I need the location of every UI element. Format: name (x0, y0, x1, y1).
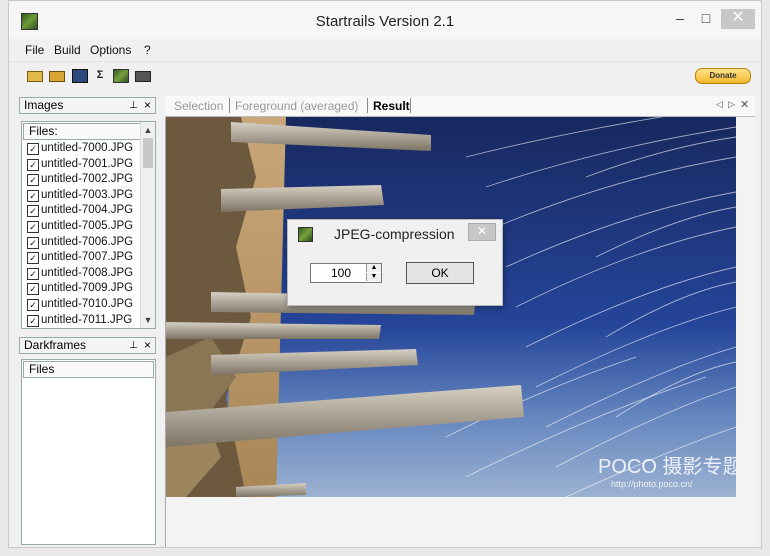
file-name: untitled-7000.JPG (41, 142, 134, 154)
tab-close-icon[interactable]: ✕ (740, 98, 749, 111)
file-checkbox[interactable]: ✓ (27, 189, 39, 202)
tab-divider (229, 98, 230, 113)
tab-next-icon[interactable]: ▷ (728, 99, 735, 110)
pin-icon[interactable]: ⊥ (129, 338, 138, 353)
file-checkbox[interactable]: ✓ (27, 143, 39, 155)
file-checkbox[interactable]: ✓ (27, 220, 39, 233)
dialog-close-button[interactable]: ✕ (468, 223, 496, 241)
dialog-title-bar: JPEG-compression ✕ (288, 220, 502, 246)
maximize-button[interactable]: □ (695, 9, 717, 29)
file-name: untitled-7002.JPG (41, 173, 134, 186)
quality-value[interactable]: 100 (331, 266, 351, 280)
app-icon (298, 227, 313, 242)
file-name: untitled-7004.JPG (41, 204, 134, 217)
images-scrollbar[interactable]: ▲ ▼ (140, 122, 155, 328)
menu-file[interactable]: File (25, 43, 44, 57)
file-name: untitled-7009.JPG (41, 282, 134, 295)
file-row[interactable]: ✓ untitled-7010.JPG (22, 297, 155, 313)
file-name: untitled-7001.JPG (41, 157, 134, 170)
darkframes-panel-title: Darkframes (24, 338, 87, 352)
file-checkbox[interactable]: ✓ (27, 298, 39, 311)
ok-button[interactable]: OK (406, 262, 474, 284)
file-checkbox[interactable]: ✓ (27, 314, 39, 327)
images-panel-close-icon[interactable]: × (144, 98, 151, 113)
file-name: untitled-7010.JPG (41, 297, 134, 310)
menu-options[interactable]: Options (90, 43, 131, 57)
files-column-header[interactable]: Files: (23, 123, 141, 140)
file-row[interactable]: ✓ untitled-7004.JPG (22, 203, 155, 219)
file-name: untitled-7011.JPG (41, 313, 133, 326)
quality-spinbox[interactable]: 100 ▲ ▼ (310, 263, 382, 283)
file-row[interactable]: ✓ untitled-7000.JPG (22, 141, 155, 157)
watermark-brand: POCO 摄影专题 (598, 455, 736, 478)
menu-help[interactable]: ? (144, 43, 151, 57)
file-row[interactable]: ✓ untitled-7007.JPG (22, 250, 155, 266)
file-row[interactable]: ✓ untitled-7009.JPG (22, 281, 155, 297)
spin-down-icon[interactable]: ▼ (366, 273, 381, 281)
file-name: untitled-7008.JPG (41, 266, 134, 279)
scroll-up-icon[interactable]: ▲ (141, 123, 155, 137)
darkframes-panel-close-icon[interactable]: × (144, 338, 151, 353)
startrails-icon[interactable] (113, 69, 129, 83)
file-checkbox[interactable]: ✓ (27, 283, 39, 296)
file-row[interactable]: ✓ untitled-7006.JPG (22, 235, 155, 251)
file-name: untitled-7003.JPG (41, 188, 134, 201)
pin-icon[interactable]: ⊥ (129, 98, 138, 113)
view-tabs: Selection Foreground (averaged) Result ◁… (165, 96, 755, 117)
file-checkbox[interactable]: ✓ (27, 252, 39, 265)
menu-bar: File Build Options ? (9, 39, 761, 61)
donate-button[interactable]: Donate (695, 68, 751, 84)
darkframes-file-list: Files (21, 359, 156, 545)
menu-build[interactable]: Build (54, 43, 81, 57)
file-checkbox[interactable]: ✓ (27, 267, 39, 280)
file-checkbox[interactable]: ✓ (27, 205, 39, 218)
open-files-icon[interactable] (49, 71, 65, 82)
spin-up-icon[interactable]: ▲ (366, 264, 381, 272)
jpeg-compression-dialog: JPEG-compression ✕ 100 ▲ ▼ OK (287, 219, 503, 306)
file-checkbox[interactable]: ✓ (27, 158, 39, 171)
tab-divider (367, 98, 368, 113)
file-row[interactable]: ✓ untitled-7003.JPG (22, 188, 155, 204)
file-row[interactable]: ✓ untitled-7005.JPG (22, 219, 155, 235)
watermark-url: http://photo.poco.cn/ (611, 479, 693, 489)
app-window: Startrails Version 2.1 – □ ✕ File Build … (8, 0, 762, 548)
file-name: untitled-7006.JPG (41, 235, 134, 248)
scroll-down-icon[interactable]: ▼ (141, 313, 155, 327)
file-name: untitled-7007.JPG (41, 251, 134, 264)
result-view: POCO 摄影专题 http://photo.poco.cn/ (165, 117, 756, 547)
file-row[interactable]: ✓ untitled-7002.JPG (22, 172, 155, 188)
dialog-title: JPEG-compression (334, 226, 455, 242)
images-file-list: Files: ✓ untitled-7000.JPG ✓ untitled-7001.… (21, 121, 156, 329)
save-icon[interactable] (72, 69, 88, 83)
startrails-image-art: POCO 摄影专题 http://photo.poco.cn/ (166, 117, 736, 497)
darkframes-files-header[interactable]: Files (23, 361, 154, 378)
minimize-button[interactable]: – (669, 9, 691, 29)
window-title: Startrails Version 2.1 (315, 13, 455, 30)
sum-icon[interactable]: Σ (93, 69, 107, 81)
images-panel-header: Images ⊥ × (19, 97, 156, 114)
title-bar: Startrails Version 2.1 – □ ✕ (9, 1, 761, 39)
scroll-thumb[interactable] (143, 138, 153, 168)
file-checkbox[interactable]: ✓ (27, 236, 39, 249)
darkframes-panel-header: Darkframes ⊥ × (19, 337, 156, 354)
open-folder-icon[interactable] (27, 71, 43, 82)
file-row[interactable]: ✓ untitled-7011.JPG (22, 313, 155, 328)
images-panel-title: Images (24, 98, 64, 112)
tab-selection[interactable]: Selection (174, 99, 223, 113)
toolbar: Σ (9, 61, 761, 90)
file-row[interactable]: ✓ untitled-7001.JPG (22, 157, 155, 173)
startrails-result-image: POCO 摄影专题 http://photo.poco.cn/ (166, 117, 736, 497)
tab-foreground[interactable]: Foreground (averaged) (235, 99, 358, 113)
video-icon[interactable] (135, 71, 151, 82)
file-row[interactable]: ✓ untitled-7008.JPG (22, 266, 155, 282)
tab-result[interactable]: Result (373, 99, 410, 113)
close-button[interactable]: ✕ (721, 9, 755, 29)
file-name: untitled-7005.JPG (41, 219, 134, 232)
tab-divider (410, 98, 411, 113)
tab-prev-icon[interactable]: ◁ (716, 99, 723, 110)
file-checkbox[interactable]: ✓ (27, 174, 39, 187)
